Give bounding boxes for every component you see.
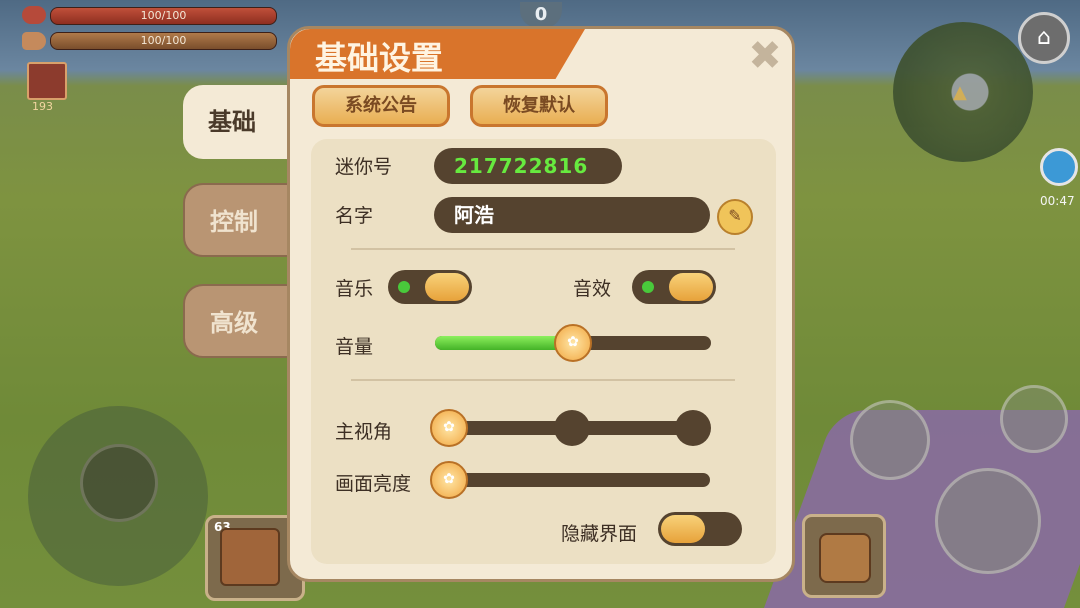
heart-icon — [22, 6, 46, 24]
buff-icon[interactable] — [27, 62, 67, 100]
toggle-knob — [669, 273, 713, 301]
joystick-knob[interactable] — [80, 444, 158, 522]
pencil-icon[interactable]: ✎ — [717, 199, 753, 235]
sound-effects-toggle[interactable] — [632, 270, 716, 304]
paw-icon[interactable]: ✿ — [430, 409, 468, 447]
health-bar: 100/100 — [50, 7, 277, 25]
divider — [351, 379, 735, 381]
tab-basic[interactable]: 基础 — [183, 85, 298, 159]
mini-id-value: 217722816 — [434, 148, 622, 184]
toggle-knob — [425, 273, 469, 301]
music-toggle[interactable] — [388, 270, 472, 304]
on-indicator — [398, 281, 410, 293]
jump-button[interactable] — [935, 468, 1041, 574]
view-stop[interactable] — [554, 410, 590, 446]
name-label: 名字 — [335, 205, 374, 227]
name-field[interactable]: 阿浩 — [434, 197, 710, 233]
mini-id-label: 迷你号 — [335, 156, 393, 178]
buff-count: 193 — [32, 100, 53, 113]
treasure-chest-icon — [220, 528, 280, 586]
backpack-button[interactable] — [802, 514, 886, 598]
backpack-icon — [819, 533, 871, 583]
dialog-title: 基础设置 — [315, 39, 444, 77]
attack-button[interactable] — [850, 400, 930, 480]
sneak-button[interactable] — [1000, 385, 1068, 453]
hide-ui-toggle[interactable] — [658, 512, 742, 546]
divider — [351, 248, 735, 250]
map-toggle-icon[interactable]: ⌂ — [1018, 12, 1070, 64]
volume-fill — [435, 336, 573, 350]
top-counter: 0 — [520, 2, 562, 28]
volume-label: 音量 — [335, 336, 374, 358]
restore-default-button[interactable]: 恢复默认 — [470, 85, 608, 127]
clock-icon[interactable] — [1040, 148, 1078, 186]
clock-text: 00:47 — [1040, 194, 1075, 208]
player-arrow-icon: ▲ — [953, 82, 967, 103]
settings-dialog: 基础设置 ✖ 系统公告 恢复默认 迷你号 217722816 名字 阿浩 ✎ 音… — [287, 26, 795, 582]
tab-advanced[interactable]: 高级 — [183, 284, 298, 358]
on-indicator — [642, 281, 654, 293]
brightness-label: 画面亮度 — [335, 473, 412, 495]
tab-controls[interactable]: 控制 — [183, 183, 298, 257]
paw-icon[interactable]: ✿ — [430, 461, 468, 499]
paw-icon[interactable]: ✿ — [554, 324, 592, 362]
close-icon[interactable]: ✖ — [746, 36, 784, 76]
minimap[interactable]: ▲ — [893, 22, 1033, 162]
view-stop[interactable] — [675, 410, 711, 446]
hunger-bar: 100/100 — [50, 32, 277, 50]
brightness-slider[interactable] — [446, 473, 710, 487]
sound-effects-label: 音效 — [573, 278, 612, 300]
view-label: 主视角 — [335, 421, 393, 443]
settings-panel: 迷你号 217722816 名字 阿浩 ✎ 音乐 音效 音量 ✿ 主视角 ✿ 画… — [311, 139, 776, 564]
hunger-icon — [22, 32, 46, 50]
hide-ui-label: 隐藏界面 — [561, 523, 638, 545]
system-announcement-button[interactable]: 系统公告 — [312, 85, 450, 127]
toggle-knob — [661, 515, 705, 543]
music-label: 音乐 — [335, 278, 374, 300]
